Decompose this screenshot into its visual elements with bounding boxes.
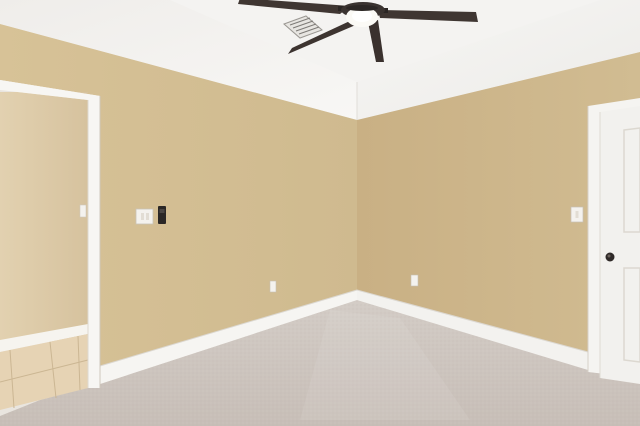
room-scene [0,0,640,426]
outlet-icon [269,280,277,293]
right-door [587,98,640,384]
light-switch-icon [135,208,154,225]
outlet-icon [410,274,419,287]
thermostat-icon [158,206,166,224]
room-photo [0,0,640,426]
light-switch-icon [570,206,584,223]
left-doorway [0,80,101,410]
